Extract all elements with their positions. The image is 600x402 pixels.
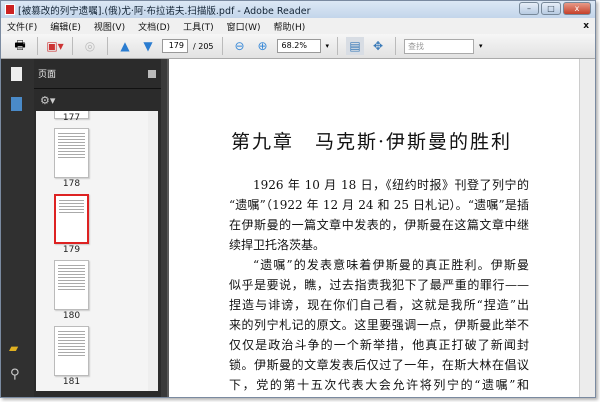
- search-input[interactable]: 查找: [404, 38, 475, 54]
- collaborate-icon[interactable]: ◎: [81, 37, 99, 55]
- menu-help[interactable]: 帮助(H): [274, 20, 306, 33]
- zoom-dropdown-icon[interactable]: ▾: [326, 42, 330, 50]
- page-total: / 205: [193, 41, 214, 51]
- thumbnail-label: 177: [62, 113, 81, 123]
- text-line: 锁。伊斯曼的文章发表后仅过了一年，在斯大林在倡议: [229, 358, 529, 372]
- menu-bar: 文件(F) 编辑(E) 视图(V) 文档(D) 工具(T) 窗口(W) 帮助(H…: [1, 18, 595, 34]
- thumbnail-page[interactable]: [54, 260, 89, 310]
- menu-edit[interactable]: 编辑(E): [50, 20, 81, 33]
- divider: [221, 37, 223, 55]
- thumbnail-page[interactable]: [54, 128, 89, 178]
- thumbnail-label: 179: [62, 245, 81, 255]
- menu-tools[interactable]: 工具(T): [183, 20, 214, 33]
- page-number-input[interactable]: 179: [162, 39, 188, 53]
- close-button[interactable]: x: [563, 2, 591, 15]
- text-line: 续捍卫托洛茨基。: [229, 238, 326, 252]
- divider: [395, 37, 397, 55]
- pdf-icon: [5, 4, 15, 15]
- bookmarks-icon[interactable]: [11, 97, 22, 111]
- zoom-in-icon[interactable]: ⊕: [254, 37, 272, 55]
- menu-document[interactable]: 文档(D): [138, 20, 170, 33]
- title-bar: [被篡改的列宁遗嘱].(俄)尤·阿·布拉诺夫.扫描版.pdf - Adobe R…: [1, 1, 595, 18]
- text-line: “遗嘱”（1922 年 12 月 24 和 25 日札记）。“遗嘱”是插: [229, 198, 529, 212]
- text-line: “遗嘱”的发表意味着伊斯曼的真正胜利。伊斯曼: [253, 258, 529, 272]
- document-view: 第九章 马克斯·伊斯曼的胜利 1926 年 10 月 18 日，《纽约时报》刊登…: [167, 59, 595, 397]
- previous-page-icon[interactable]: ▲: [116, 37, 134, 55]
- divider: [72, 37, 73, 55]
- toolbar: 🖶 ▣▾ ◎ ▲ ▼ 179 / 205 ⊖ ⊕ 68.2% ▾ ▤ ✥ 查找 …: [1, 34, 595, 59]
- thumbnail-label: 178: [62, 179, 81, 189]
- thumbnail-label: 181: [62, 377, 81, 387]
- thumbnail-page-selected[interactable]: [54, 194, 89, 244]
- close-document-button[interactable]: x: [583, 21, 589, 31]
- page-body: 1926 年 10 月 18 日，《纽约时报》刊登了列宁的 “遗嘱”（1922 …: [229, 175, 529, 395]
- print-icon[interactable]: 🖶: [11, 37, 29, 55]
- chapter-title: 第九章 马克斯·伊斯曼的胜利: [231, 131, 513, 153]
- zoom-out-icon[interactable]: ⊖: [231, 37, 249, 55]
- next-page-icon[interactable]: ▼: [139, 37, 157, 55]
- pages-panel: 页面 ⚙▾ 177 178 179 180 181: [34, 59, 161, 397]
- divider: [37, 37, 38, 55]
- panel-collapse-button[interactable]: [148, 70, 156, 78]
- search-dropdown-icon[interactable]: ▾: [479, 42, 483, 50]
- full-screen-icon[interactable]: ✥: [369, 37, 387, 55]
- text-line: 捏造与诽谤，现在你们自己看，这就是我所“捏造”出: [229, 298, 529, 312]
- adobe-reader-window: [被篡改的列宁遗嘱].(俄)尤·阿·布拉诺夫.扫描版.pdf - Adobe R…: [0, 0, 596, 398]
- window-title: [被篡改的列宁遗嘱].(俄)尤·阿·布拉诺夫.扫描版.pdf - Adobe R…: [18, 5, 311, 17]
- text-line: 在伊斯曼的一篇文章中发表的，伊斯曼在这篇文章中继: [229, 218, 529, 232]
- document-scrollbar[interactable]: [579, 59, 595, 397]
- zoom-input[interactable]: 68.2%: [276, 39, 321, 53]
- panel-title: 页面: [38, 70, 57, 80]
- text-line: 来的列宁札记的原文。这里要强调一点，伊斯曼此举不: [229, 318, 529, 332]
- divider: [107, 37, 108, 55]
- attachments-icon[interactable]: ⚲: [10, 367, 20, 382]
- thumbnail-scrollbar[interactable]: [148, 111, 158, 391]
- maximize-button[interactable]: □: [541, 2, 561, 15]
- fit-width-icon[interactable]: ▤: [346, 37, 365, 55]
- menu-window[interactable]: 窗口(W): [227, 20, 261, 33]
- navigation-bar: ▰ ⚲: [1, 59, 34, 397]
- text-line: 仅仅是政治斗争的一个新举措，他真正打破了新闻封: [229, 338, 529, 352]
- options-gear-icon[interactable]: ⚙▾: [34, 89, 161, 111]
- menu-file[interactable]: 文件(F): [7, 20, 37, 33]
- thumbnail-label: 180: [62, 311, 81, 321]
- thumbnail-page[interactable]: [54, 326, 89, 376]
- pdf-page: 第九章 马克斯·伊斯曼的胜利 1926 年 10 月 18 日，《纽约时报》刊登…: [169, 59, 579, 397]
- comments-icon[interactable]: ▰: [9, 341, 18, 355]
- create-pdf-icon[interactable]: ▣▾: [46, 37, 64, 55]
- text-line: 下，党的第十五次代表大会允许将列宁的“遗嘱”和: [229, 378, 529, 392]
- text-line: 1926 年 10 月 18 日，《纽约时报》刊登了列宁的: [253, 178, 529, 192]
- pages-icon[interactable]: [11, 67, 22, 81]
- text-line: 似乎是要说，瞧，过去指责我犯下了最严重的罪行——: [229, 278, 529, 292]
- minimize-button[interactable]: –: [519, 2, 539, 15]
- thumbnail-list: 177 178 179 180 181: [36, 111, 158, 391]
- divider: [337, 37, 339, 55]
- menu-view[interactable]: 视图(V): [94, 20, 125, 33]
